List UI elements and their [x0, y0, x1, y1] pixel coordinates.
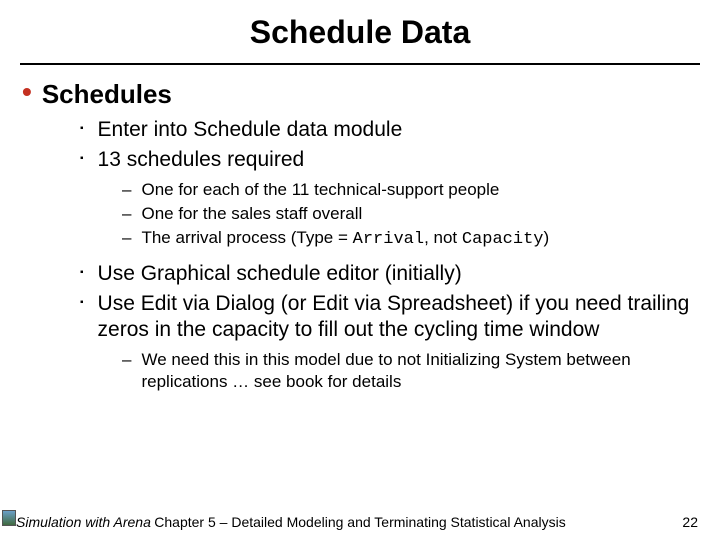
- square-icon: ▪: [80, 147, 84, 171]
- slide: Schedule Data • Schedules ▪ Enter into S…: [0, 0, 720, 540]
- bullet-level1: • Schedules: [18, 79, 690, 109]
- square-icon: ▪: [80, 291, 84, 315]
- dot-icon: •: [22, 79, 32, 105]
- code-text: Arrival: [353, 230, 424, 249]
- bullet-level2: ▪ 13 schedules required: [80, 147, 690, 173]
- level2-text: Use Edit via Dialog (or Edit via Spreads…: [98, 291, 690, 343]
- level2-text: Use Graphical schedule editor (initially…: [98, 261, 462, 287]
- dash-icon: –: [122, 179, 131, 201]
- level3-text: One for each of the 11 technical-support…: [141, 179, 499, 201]
- bullet-level2: ▪ Use Graphical schedule editor (initial…: [80, 261, 690, 287]
- level2-list: ▪ Use Graphical schedule editor (initial…: [18, 261, 690, 343]
- bullet-level2: ▪ Use Edit via Dialog (or Edit via Sprea…: [80, 291, 690, 343]
- bullet-level3: – We need this in this model due to not …: [122, 349, 690, 393]
- level1-text: Schedules: [42, 79, 172, 109]
- bullet-level3: – One for each of the 11 technical-suppo…: [122, 179, 690, 201]
- dash-icon: –: [122, 349, 131, 371]
- slide-title: Schedule Data: [0, 0, 720, 57]
- level3-text: The arrival process (Type = Arrival, not…: [141, 227, 549, 251]
- level3-list: – We need this in this model due to not …: [18, 349, 690, 393]
- level2-text: 13 schedules required: [98, 147, 305, 173]
- square-icon: ▪: [80, 117, 84, 141]
- level3-list: – One for each of the 11 technical-suppo…: [18, 179, 690, 251]
- level3-text: We need this in this model due to not In…: [141, 349, 690, 393]
- bullet-level3: – One for the sales staff overall: [122, 203, 690, 225]
- dash-icon: –: [122, 227, 131, 249]
- page-number: 22: [682, 514, 698, 530]
- text-fragment: ): [544, 228, 550, 247]
- code-text: Capacity: [462, 230, 544, 249]
- bullet-level2: ▪ Enter into Schedule data module: [80, 117, 690, 143]
- square-icon: ▪: [80, 261, 84, 285]
- bullet-level3: – The arrival process (Type = Arrival, n…: [122, 227, 690, 251]
- text-fragment: The arrival process (Type =: [141, 228, 352, 247]
- level3-text: One for the sales staff overall: [141, 203, 362, 225]
- level2-text: Enter into Schedule data module: [98, 117, 403, 143]
- dash-icon: –: [122, 203, 131, 225]
- text-fragment: , not: [424, 228, 462, 247]
- slide-body: • Schedules ▪ Enter into Schedule data m…: [0, 65, 720, 393]
- level2-list: ▪ Enter into Schedule data module ▪ 13 s…: [18, 117, 690, 173]
- footer-center: Chapter 5 – Detailed Modeling and Termin…: [0, 514, 720, 530]
